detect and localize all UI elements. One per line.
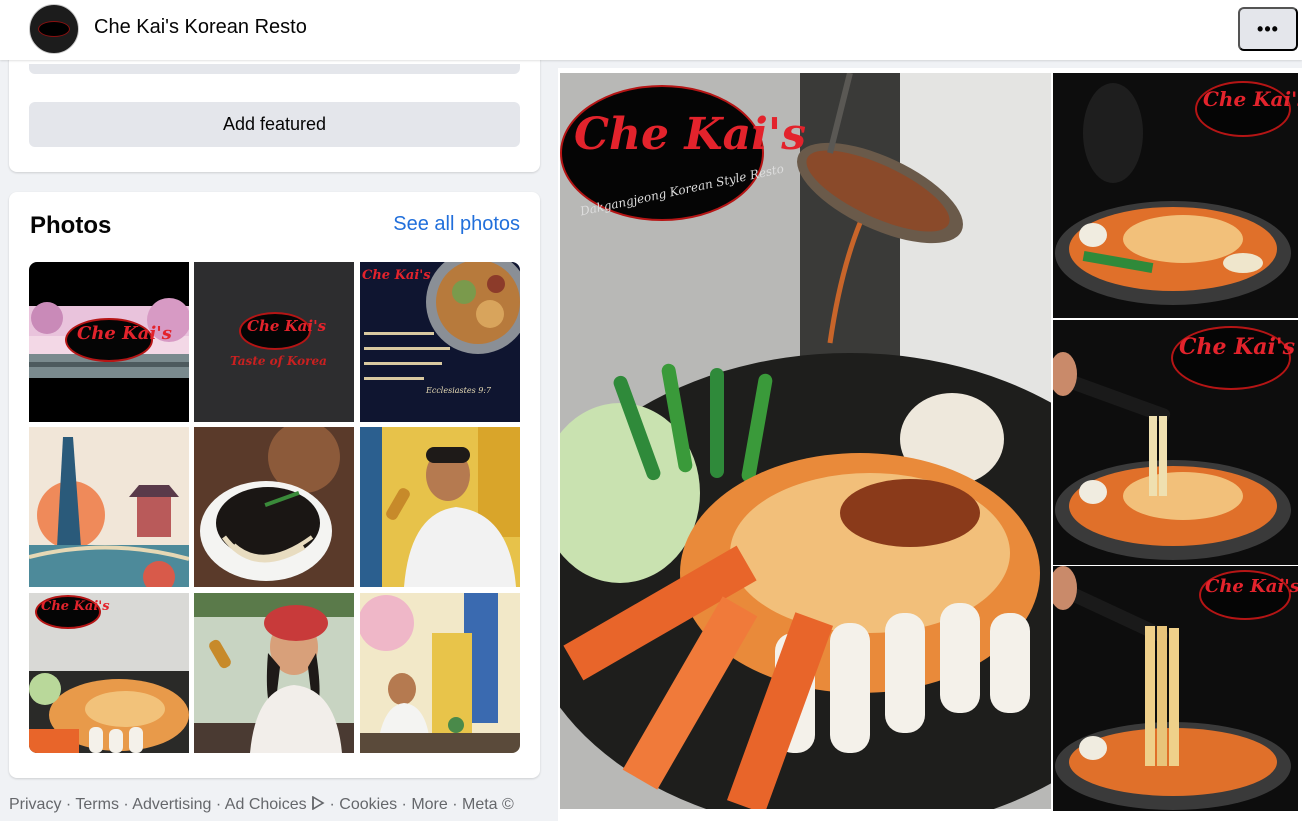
photo-grid: Che Kai's Che Kai's Taste of Korea Che K…: [29, 262, 520, 753]
logo-text: Che Kai's: [77, 323, 172, 344]
woman-mural-image: [360, 593, 520, 753]
more-options-button[interactable]: •••: [1238, 7, 1298, 51]
logo-text: Che Kai's: [1205, 576, 1298, 597]
woman-eating-image: [194, 593, 354, 753]
logo-text: Che Kai's: [1179, 334, 1296, 360]
main-photo[interactable]: Che Kai's Dakgangjeong Korean Style Rest…: [560, 73, 1051, 809]
photo-thumb-4[interactable]: [29, 427, 189, 587]
photo-thumb-3[interactable]: Che Kai's Ecclesiastes 9:7: [360, 262, 520, 422]
logo-text: Che Kai's: [247, 317, 327, 335]
logo-text: Che Kai's: [1203, 87, 1298, 111]
photo-thumb-8[interactable]: [194, 593, 354, 753]
page-avatar[interactable]: [29, 4, 79, 54]
man-eating-image: [360, 427, 520, 587]
add-featured-button[interactable]: Add featured: [29, 102, 520, 147]
photos-heading: Photos: [30, 212, 112, 239]
footer-terms-link[interactable]: Terms: [75, 796, 119, 813]
see-all-photos-link[interactable]: See all photos: [393, 213, 520, 236]
side-photo-3[interactable]: Che Kai's: [1053, 566, 1298, 811]
logo-text: Che Kai's: [574, 109, 807, 160]
taste-caption: Taste of Korea: [230, 354, 327, 368]
page-header: Che Kai's Korean Resto •••: [0, 0, 1302, 60]
photo-thumb-5[interactable]: [194, 427, 354, 587]
photo-thumb-9[interactable]: [360, 593, 520, 753]
logo-text: Che Kai's: [41, 599, 110, 614]
verse-caption: Ecclesiastes 9:7: [426, 386, 492, 395]
ad-choices-icon: [312, 795, 325, 811]
photo-thumb-6[interactable]: [360, 427, 520, 587]
food-dish-image: [364, 262, 520, 380]
logo-text: Che Kai's: [362, 268, 431, 283]
noodle-bowl-image: [200, 427, 340, 581]
footer-more-link[interactable]: More: [411, 796, 447, 813]
page-title[interactable]: Che Kai's Korean Resto: [94, 16, 307, 39]
photos-card: Photos See all photos Che Kai's Che Kai'…: [9, 192, 540, 778]
footer-privacy-link[interactable]: Privacy: [9, 796, 61, 813]
logo-oval: [38, 21, 70, 37]
seoul-mural-image: [29, 437, 189, 587]
footer-ad-choices-link[interactable]: Ad Choices: [224, 795, 325, 813]
featured-stub-button[interactable]: [29, 64, 520, 74]
footer-cookies-link[interactable]: Cookies: [339, 796, 397, 813]
photo-thumb-7[interactable]: Che Kai's: [29, 593, 189, 753]
ad-choices-label: Ad Choices: [224, 796, 307, 813]
photo-thumb-1[interactable]: Che Kai's: [29, 262, 189, 422]
footer-advertising-link[interactable]: Advertising: [132, 796, 211, 813]
side-photo-2[interactable]: Che Kai's: [1053, 320, 1298, 565]
footer-links: Privacy · Terms · Advertising · Ad Choic…: [9, 795, 514, 813]
side-photo-1[interactable]: Che Kai's: [1053, 73, 1298, 318]
footer-meta-copyright: Meta ©: [462, 796, 514, 813]
photo-thumb-2[interactable]: Che Kai's Taste of Korea: [194, 262, 354, 422]
photo-viewer: Che Kai's Dakgangjeong Korean Style Rest…: [558, 68, 1302, 821]
